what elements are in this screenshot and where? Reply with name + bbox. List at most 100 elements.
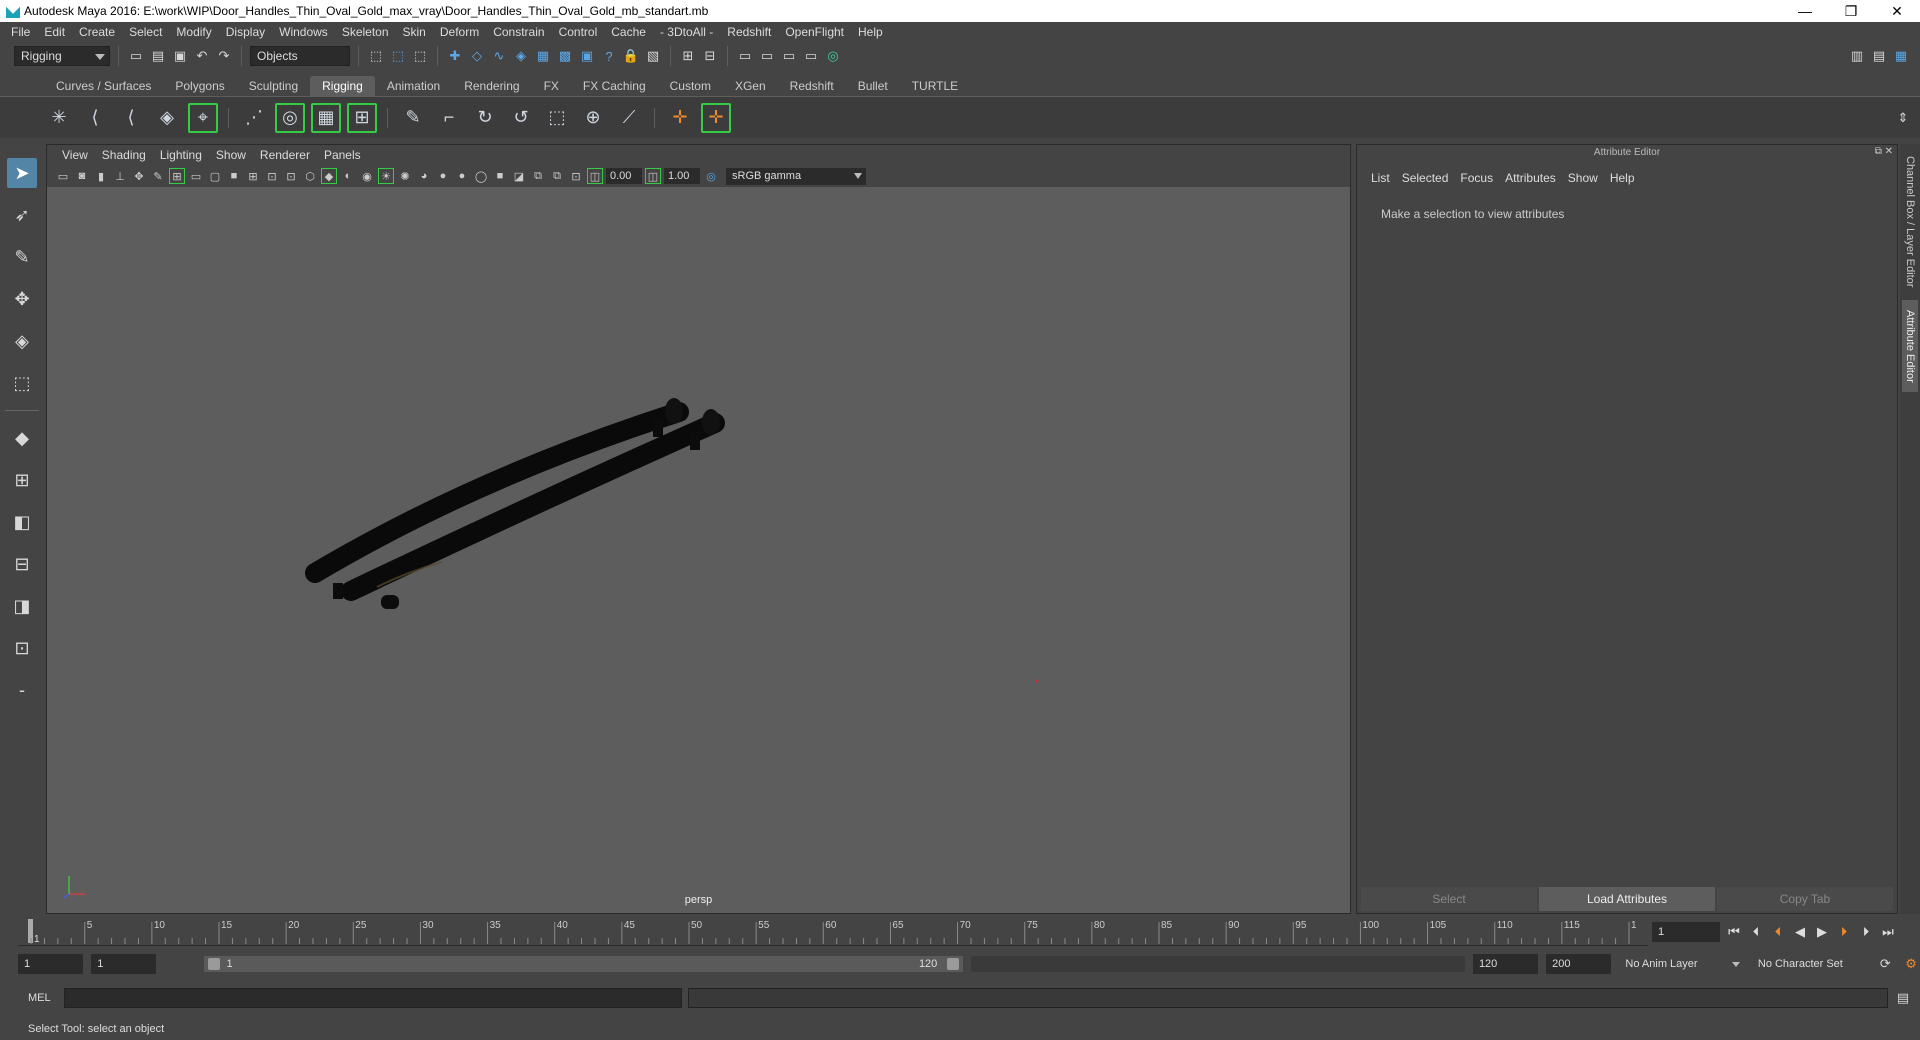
bind-skin-icon[interactable]: ◎ [275,102,305,133]
script-editor-icon[interactable]: ▤ [1894,989,1912,1007]
ae-menu-list[interactable]: List [1365,171,1396,185]
select-curves-icon[interactable]: ∿ [490,47,508,65]
select-surfaces-icon[interactable]: ◈ [512,47,530,65]
aim-constraint-icon[interactable]: ↻ [470,103,500,133]
ik-handle-icon[interactable]: ⟨ [80,103,110,133]
minimize-button[interactable]: — [1782,0,1828,22]
orient-constraint-icon[interactable]: ↺ [506,103,536,133]
menuset-dropdown[interactable]: Rigging [14,46,110,66]
shelf-tab-rendering[interactable]: Rendering [452,76,531,96]
save-scene-icon[interactable]: ▣ [171,47,189,65]
menu-display[interactable]: Display [219,25,272,39]
menu-edit[interactable]: Edit [37,25,72,39]
safe-title-icon[interactable]: ⊡ [283,168,299,184]
current-frame-field[interactable]: 1 [1652,922,1720,942]
open-scene-icon[interactable]: ▤ [149,47,167,65]
xray-icon[interactable]: ◪ [511,168,527,184]
step-forward-frame-icon[interactable]: ⏵ [1836,924,1852,940]
menu-select[interactable]: Select [122,25,169,39]
four-view-icon[interactable]: ⊞ [7,465,37,495]
render-view-icon[interactable]: ▭ [758,47,776,65]
step-back-key-icon[interactable]: ⏴ [1748,924,1764,940]
locator-icon[interactable]: ⌖ [188,102,218,133]
close-button[interactable]: ✕ [1874,0,1920,22]
single-view-icon[interactable]: ◆ [7,423,37,453]
select-hierarchy-icon[interactable]: ⬚ [367,47,385,65]
wrap-icon[interactable]: ⊞ [347,102,377,133]
safe-action-icon[interactable]: ⊡ [264,168,280,184]
range-slider[interactable]: 1 120 [204,956,964,972]
gamma-toggle-icon[interactable]: ◫ [645,168,661,184]
wireframe-icon[interactable]: ⬡ [302,168,318,184]
wireframe-on-shaded-icon[interactable]: ◐ [340,168,356,184]
select-handles-icon[interactable]: ✚ [446,47,464,65]
gate-mask-icon[interactable]: ■ [226,168,242,184]
shelf-tab-fx-caching[interactable]: FX Caching [571,76,658,96]
step-forward-key-icon[interactable]: ⏵ [1858,924,1874,940]
panel-float-close-icon[interactable]: ⧉ ✕ [1875,146,1893,157]
auto-key-icon[interactable]: ⟳ [1876,955,1894,973]
motion-blur-icon[interactable]: ● [435,168,451,184]
select-object-icon[interactable]: ⬚ [389,47,407,65]
highlight-selection-icon[interactable]: ▧ [644,47,662,65]
menu-file[interactable]: File [4,25,37,39]
shelf-tab-sculpting[interactable]: Sculpting [237,76,310,96]
step-back-frame-icon[interactable]: ⏴ [1770,924,1786,940]
viewport-menu-renderer[interactable]: Renderer [253,148,317,162]
textured-icon[interactable]: ◉ [359,168,375,184]
viewport-menu-show[interactable]: Show [209,148,253,162]
select-deformations-icon[interactable]: ▦ [534,47,552,65]
ae-menu-selected[interactable]: Selected [1396,171,1455,185]
persp-uv-icon[interactable]: ⊡ [7,633,37,663]
exposure-icon[interactable]: ⊡ [568,168,584,184]
go-to-start-icon[interactable]: ⏮ [1726,924,1742,940]
persp-outliner-icon[interactable]: ◧ [7,507,37,537]
pole-vector-icon[interactable]: ⟋ [614,103,644,133]
shelf-tab-custom[interactable]: Custom [658,76,723,96]
color-management-icon[interactable]: ◎ [703,168,719,184]
menu-create[interactable]: Create [72,25,122,39]
redo-icon[interactable]: ↷ [215,47,233,65]
smooth-shade-icon[interactable]: ◆ [321,168,337,184]
exposure-field[interactable]: 0.00 [606,168,642,184]
scale-constraint-icon[interactable]: ⬚ [542,103,572,133]
shelf-scroll-icon[interactable]: ⇕ [1894,109,1912,127]
exposure-toggle-icon[interactable]: ◫ [587,168,603,184]
rotate-tool-icon[interactable]: ◈ [7,326,37,356]
shelf-tab-polygons[interactable]: Polygons [163,76,236,96]
quick-rig-icon[interactable]: ✛ [701,102,731,133]
camera-attributes-icon[interactable]: ◙ [74,168,90,184]
ipr-render-icon[interactable]: ▭ [802,47,820,65]
image-plane-icon[interactable]: ⊥ [112,168,128,184]
shelf-tab-animation[interactable]: Animation [375,76,452,96]
hypershade-icon[interactable]: ◎ [824,47,842,65]
ae-menu-focus[interactable]: Focus [1454,171,1499,185]
time-slider[interactable]: 1 5 10 15 20 25 30 35 40 45 50 55 60 65 70 75 80 85 90 95 1… [18,916,1648,946]
menu-cache[interactable]: Cache [604,25,653,39]
command-input[interactable] [64,988,682,1008]
render-current-icon[interactable]: ▭ [780,47,798,65]
menu-3dtoall[interactable]: - 3DtoAll - [653,25,720,39]
maximize-button[interactable]: ❐ [1828,0,1874,22]
two-d-pan-icon[interactable]: ✥ [131,168,147,184]
parent-constraint-icon[interactable]: ⊕ [578,103,608,133]
undo-icon[interactable]: ↶ [193,47,211,65]
layout-menu-icon[interactable]: - [7,675,37,705]
snap-grid-icon[interactable]: ⊞ [679,47,697,65]
copy-tab-button[interactable]: Copy Tab [1717,887,1893,911]
shelf-tab-turtle[interactable]: TURTLE [900,76,970,96]
channel-box-toggle-icon[interactable]: ▦ [1892,47,1910,65]
menu-redshift[interactable]: Redshift [720,25,778,39]
modeling-toolkit-icon[interactable]: ▥ [1848,47,1866,65]
point-constraint-icon[interactable]: ⌐ [434,103,464,133]
grid-icon[interactable]: ⊞ [169,168,185,184]
viewport-menu-shading[interactable]: Shading [95,148,153,162]
move-tool-icon[interactable]: ✥ [7,284,37,314]
new-scene-icon[interactable]: ▭ [127,47,145,65]
field-chart-icon[interactable]: ⊞ [245,168,261,184]
menu-constrain[interactable]: Constrain [486,25,551,39]
ae-menu-help[interactable]: Help [1604,171,1641,185]
load-attributes-button[interactable]: Load Attributes [1539,887,1715,911]
select-camera-icon[interactable]: ▭ [55,168,71,184]
lasso-tool-icon[interactable]: ➶ [7,200,37,230]
